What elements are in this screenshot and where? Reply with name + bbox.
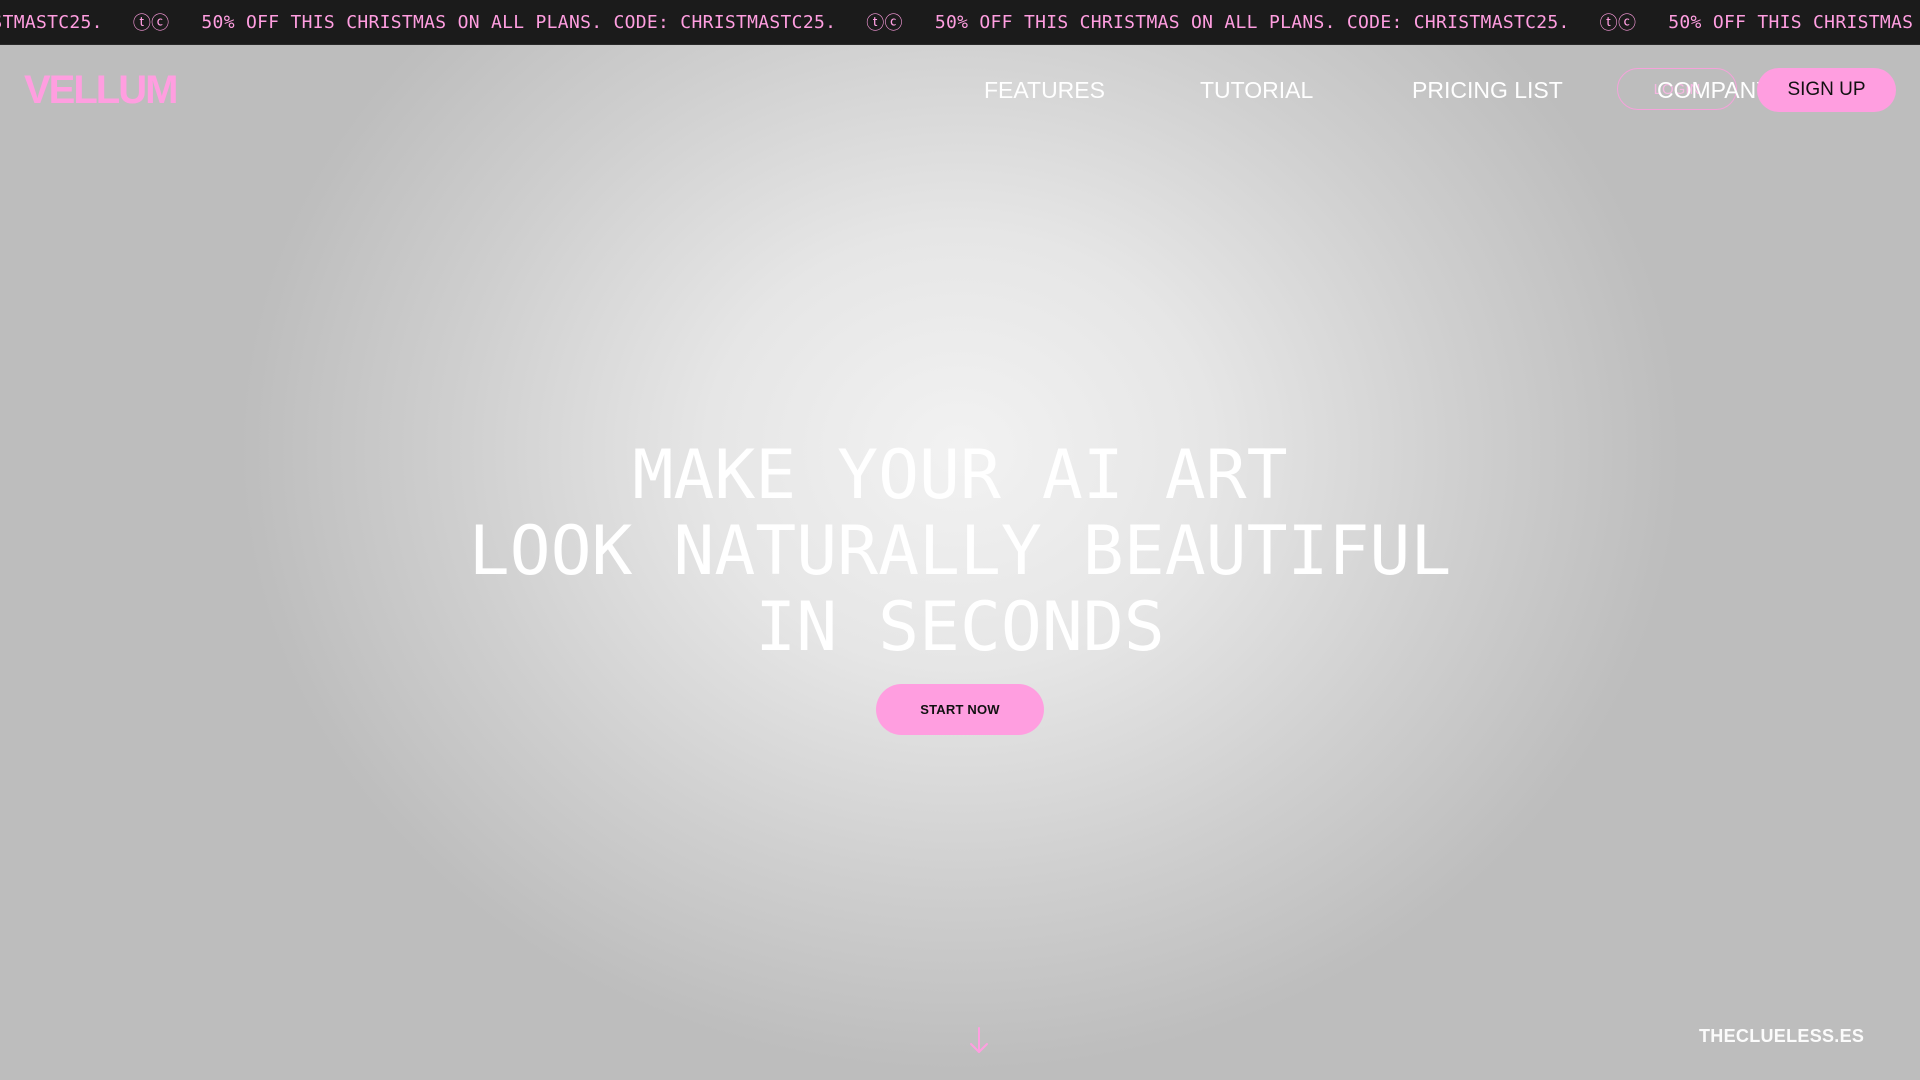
signup-button[interactable]: SIGN UP	[1757, 68, 1896, 112]
promo-text: 50% OFF THIS CHRISTMAS ON ALL PLANS. COD…	[201, 11, 837, 33]
hero-title: MAKE YOUR AI ART LOOK NATURALLY BEAUTIFU…	[0, 438, 1920, 666]
promo-item: 50% OFF THIS CHRISTMAS ON ALL PLANS. COD…	[201, 9, 934, 35]
promo-ticker: 50% OFF THIS CHRISTMAS ON ALL PLANS. COD…	[0, 0, 1920, 45]
credit-link[interactable]: THECLUELESS.ES	[1699, 1026, 1864, 1047]
tc-logo-icon: ⓣⓒ	[866, 13, 903, 34]
tc-logo-icon: ⓣⓒ	[1599, 13, 1637, 34]
hero-title-line: MAKE YOUR AI ART	[632, 436, 1288, 515]
promo-item: 50% OFF THIS CHRISTMAS ON ALL PLANS. COD…	[935, 9, 1668, 35]
promo-text: 50% OFF THIS CHRISTMAS ON ALL PLANS. COD…	[934, 11, 1570, 33]
nav-tutorial[interactable]: TUTORIAL	[1200, 76, 1313, 104]
promo-text: 50% OFF THIS CHRISTMAS ON ALL PLANS. COD…	[1668, 11, 1920, 33]
tc-logo-icon: ⓣⓒ	[132, 13, 170, 34]
promo-ticker-track: 50% OFF THIS CHRISTMAS ON ALL PLANS. COD…	[0, 0, 1920, 44]
nav-pricing-list[interactable]: PRICING LIST	[1412, 76, 1563, 104]
promo-item: 50% OFF THIS CHRISTMAS ON ALL PLANS. COD…	[1668, 9, 1920, 35]
hero-title-line: LOOK NATURALLY BEAUTIFUL	[468, 512, 1452, 591]
vellum-logo[interactable]: VELLUM	[24, 66, 178, 114]
hero-title-line: IN SECONDS	[755, 588, 1165, 667]
nav-company[interactable]: COMPANY	[1657, 76, 1772, 104]
promo-text: 50% OFF THIS CHRISTMAS ON ALL PLANS. COD…	[0, 11, 103, 33]
nav-features[interactable]: FEATURES	[984, 76, 1105, 104]
start-now-button[interactable]: START NOW	[876, 684, 1044, 735]
arrow-down-icon[interactable]	[968, 1026, 990, 1056]
promo-item: 50% OFF THIS CHRISTMAS ON ALL PLANS. COD…	[0, 9, 201, 35]
